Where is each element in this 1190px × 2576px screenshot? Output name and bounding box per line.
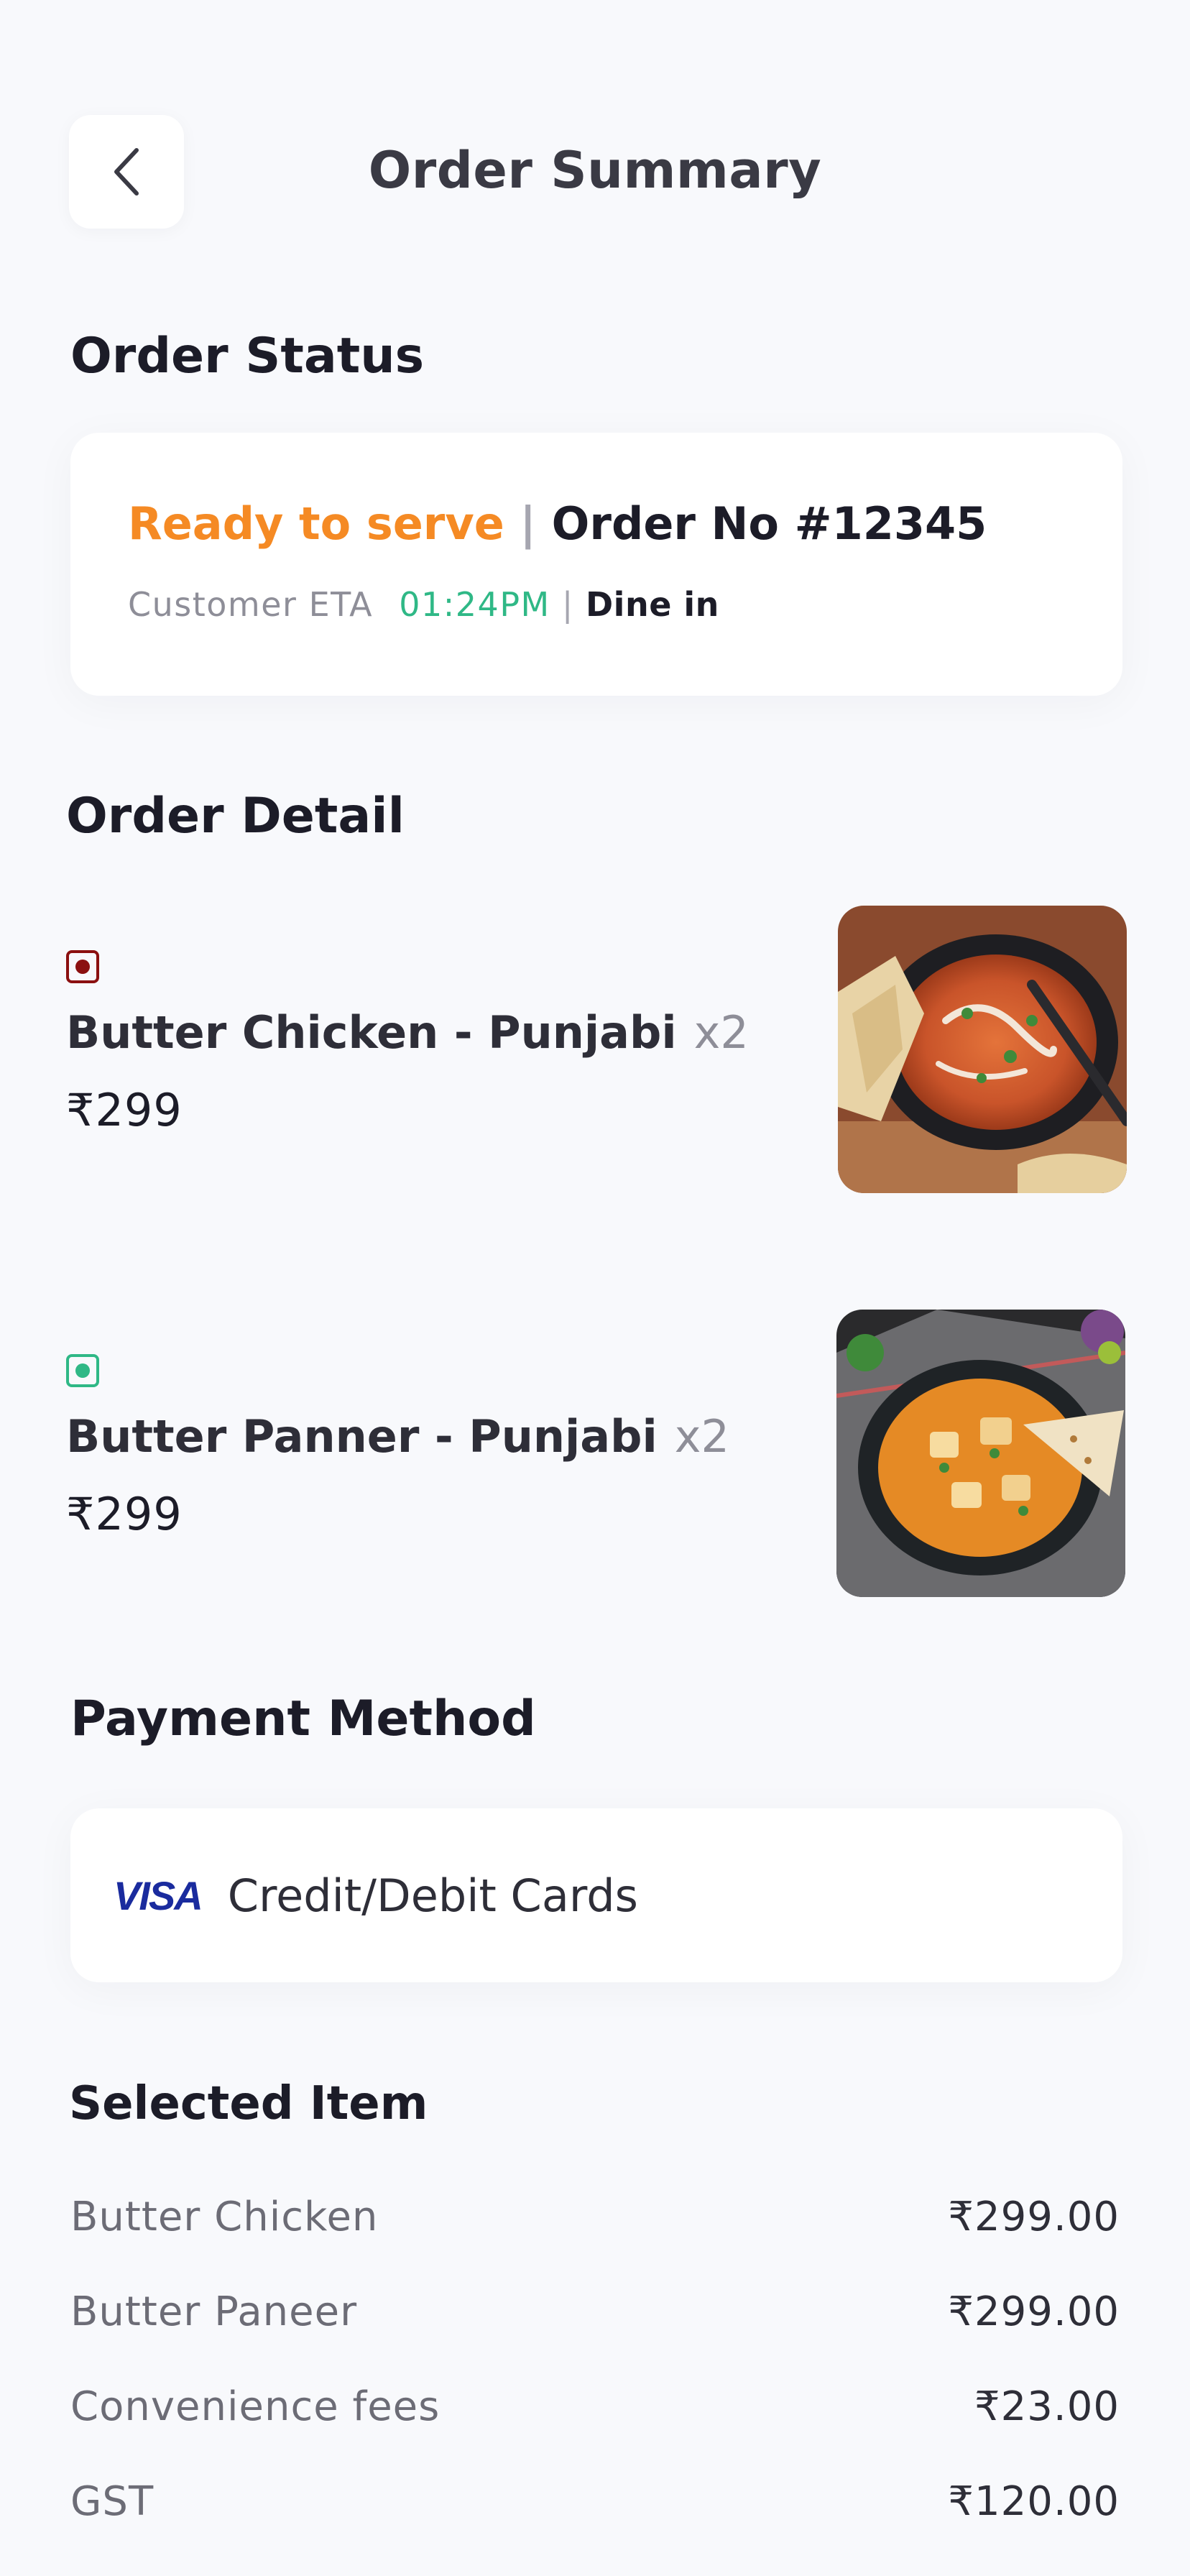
summary-row: Butter Chicken ₹299.00 [70, 2194, 1120, 2288]
order-detail-heading: Order Detail [66, 788, 405, 845]
page-title: Order Summary [368, 141, 822, 200]
order-status-card: Ready to serve | Order No #12345 Custome… [70, 433, 1122, 696]
order-item[interactable]: Butter Panner - Punjabi x2 ₹299 [0, 1310, 1190, 1604]
summary-label: Butter Chicken [70, 2194, 379, 2240]
item-price: ₹299 [66, 1488, 183, 1540]
veg-mark-icon [66, 1354, 99, 1387]
summary-row: Convenience fees ₹23.00 [70, 2383, 1120, 2478]
eta-label: Customer ETA [128, 585, 374, 624]
item-name-row: Butter Chicken - Punjabi x2 [66, 1006, 749, 1059]
summary-label: Butter Paneer [70, 2288, 358, 2335]
status-text: Ready to serve [128, 497, 504, 550]
summary-row: GST ₹120.00 [70, 2478, 1120, 2573]
butter-paneer-image [836, 1310, 1125, 1597]
visa-logo-icon: VISA [114, 1872, 203, 1918]
status-line: Ready to serve | Order No #12345 [128, 497, 987, 550]
selected-item-heading: Selected Item [69, 2077, 428, 2130]
item-qty: x2 [693, 1006, 749, 1059]
summary-value: ₹299.00 [948, 2288, 1120, 2335]
non-veg-mark-icon [66, 950, 99, 983]
order-number: Order No #12345 [551, 497, 987, 550]
service-type: Dine in [586, 585, 719, 624]
summary-label: GST [70, 2478, 154, 2525]
summary-value: ₹23.00 [974, 2383, 1120, 2430]
item-price: ₹299 [66, 1084, 183, 1136]
price-summary: Butter Chicken ₹299.00 Butter Paneer ₹29… [70, 2194, 1120, 2573]
eta-separator: | [561, 585, 574, 624]
item-name: Butter Chicken - Punjabi [66, 1006, 677, 1059]
summary-row: Butter Paneer ₹299.00 [70, 2288, 1120, 2383]
summary-value: ₹120.00 [948, 2478, 1120, 2525]
item-qty: x2 [674, 1410, 729, 1463]
eta-time: 01:24PM [399, 585, 550, 624]
summary-label: Convenience fees [70, 2383, 441, 2430]
item-name-row: Butter Panner - Punjabi x2 [66, 1410, 729, 1463]
payment-method-heading: Payment Method [70, 1690, 536, 1747]
eta-line: Customer ETA 01:24PM | Dine in [128, 585, 719, 624]
summary-value: ₹299.00 [948, 2194, 1120, 2240]
order-status-heading: Order Status [70, 328, 425, 385]
status-separator: | [520, 497, 537, 550]
payment-method-label: Credit/Debit Cards [227, 1869, 638, 1922]
butter-chicken-image [838, 906, 1127, 1193]
item-name: Butter Panner - Punjabi [66, 1410, 658, 1463]
order-item[interactable]: Butter Chicken - Punjabi x2 ₹299 [0, 906, 1190, 1200]
payment-method-card[interactable]: VISA Credit/Debit Cards [70, 1808, 1122, 1982]
